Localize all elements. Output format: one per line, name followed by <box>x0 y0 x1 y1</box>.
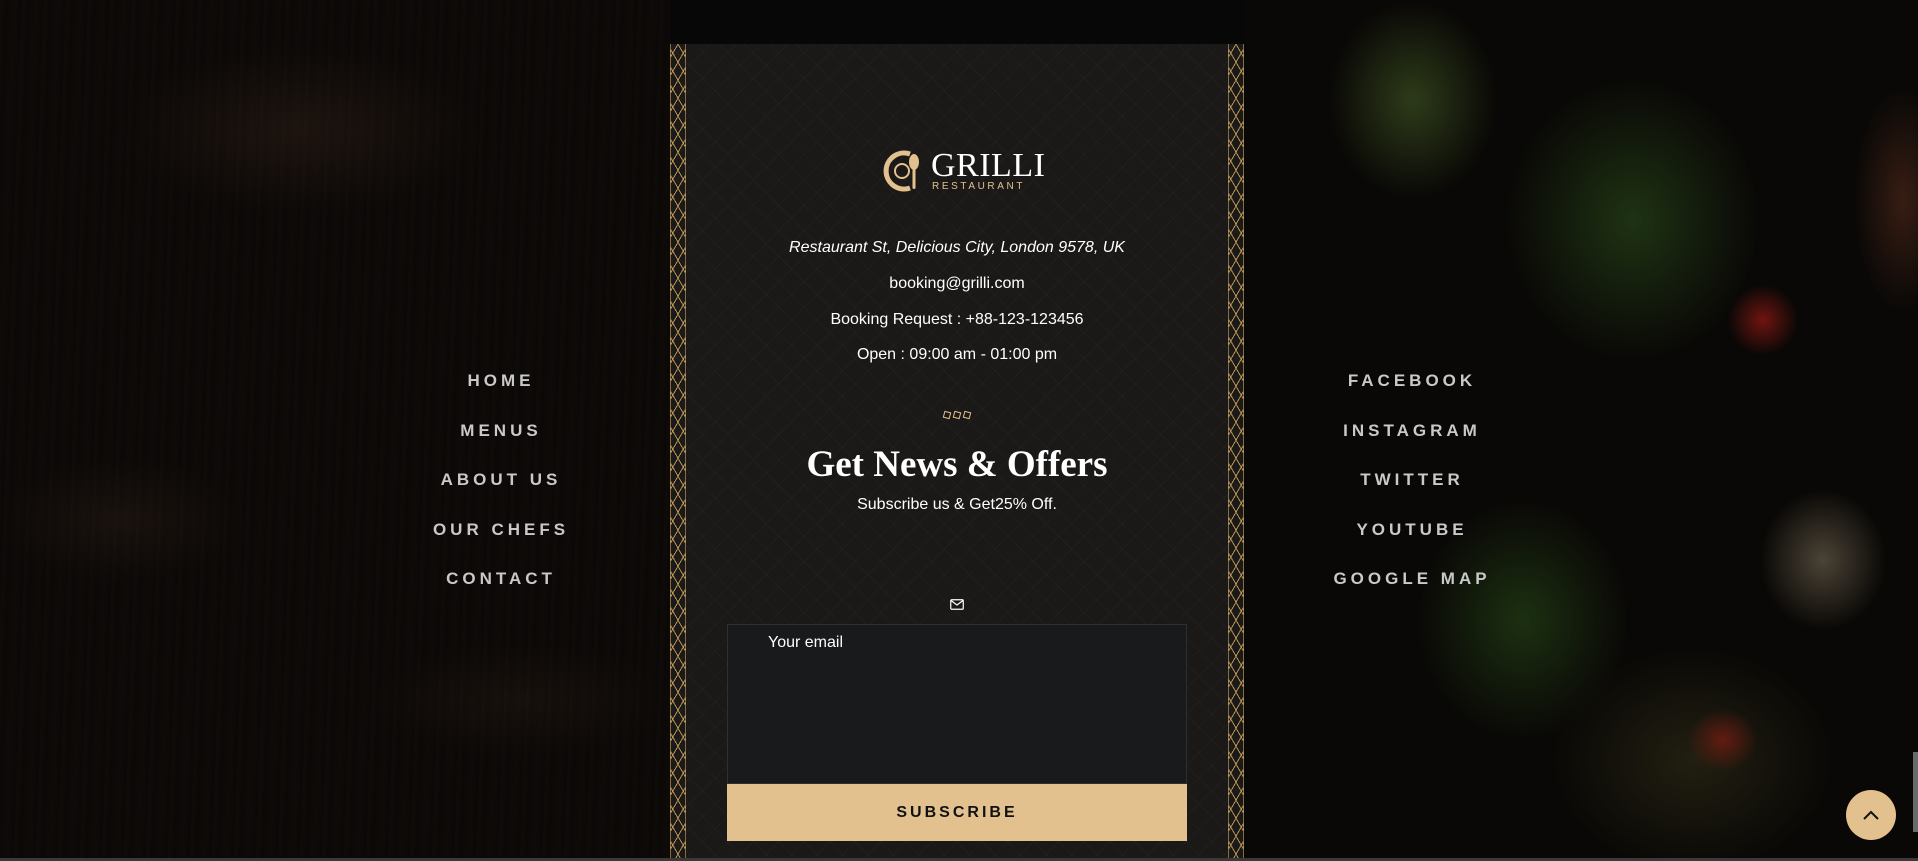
nav-link-contact[interactable]: CONTACT <box>351 569 651 619</box>
email-field-container <box>727 624 1187 784</box>
booking-email-link[interactable]: booking@grilli.com <box>670 275 1244 293</box>
logo-wordmark: GRILLI <box>931 147 1046 184</box>
newsletter-title: Get News & Offers <box>806 444 1108 485</box>
nav-link-home[interactable]: HOME <box>351 371 651 421</box>
plate-spoon-logo-icon <box>883 150 919 192</box>
social-link-twitter[interactable]: TWITTER <box>1262 470 1562 520</box>
opening-hours: Open : 09:00 am - 01:00 pm <box>856 346 1058 363</box>
subscribe-button[interactable]: SUBSCRIBE <box>727 784 1187 841</box>
footer-brand-panel: GRILLI RESTAURANT Restaurant St, Delicio… <box>670 44 1244 861</box>
restaurant-address: Restaurant St, Delicious City, London 95… <box>789 239 1125 256</box>
social-links: FACEBOOK INSTAGRAM TWITTER YOUTUBE GOOGL… <box>1262 371 1562 619</box>
footer-nav-links: HOME MENUS ABOUT US OUR CHEFS CONTACT <box>351 371 651 619</box>
nav-link-our-chefs[interactable]: OUR CHEFS <box>351 520 651 570</box>
logo-tagline: RESTAURANT <box>932 181 1026 192</box>
social-link-google-map[interactable]: GOOGLE MAP <box>1262 569 1562 619</box>
social-link-youtube[interactable]: YOUTUBE <box>1262 520 1562 570</box>
diamond-divider-icon <box>942 410 972 420</box>
nav-link-menus[interactable]: MENUS <box>351 421 651 471</box>
social-link-facebook[interactable]: FACEBOOK <box>1262 371 1562 421</box>
social-link-instagram[interactable]: INSTAGRAM <box>1262 421 1562 471</box>
booking-phone-link[interactable]: Booking Request : +88-123-123456 <box>670 311 1244 329</box>
email-input[interactable] <box>728 628 1186 658</box>
nav-link-about-us[interactable]: ABOUT US <box>351 470 651 520</box>
scrollbar-edge[interactable] <box>1913 752 1918 832</box>
chevron-up-icon <box>1863 810 1879 820</box>
back-to-top-button[interactable] <box>1846 790 1896 840</box>
mail-icon <box>950 599 964 610</box>
newsletter-subtitle: Subscribe us & Get25% Off. <box>857 496 1057 513</box>
grilli-logo[interactable]: GRILLI RESTAURANT <box>880 147 1045 195</box>
